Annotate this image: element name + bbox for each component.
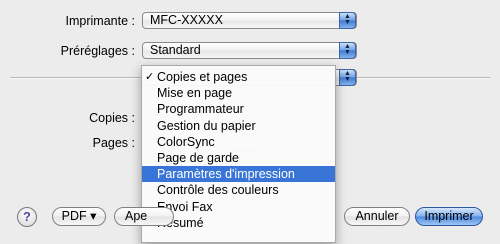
menu-item-cover-page[interactable]: Page de garde xyxy=(142,150,335,166)
menu-item-label: Copies et pages xyxy=(157,70,248,84)
help-button[interactable]: ? xyxy=(17,207,37,227)
up-down-arrows-icon: ▲ ▼ xyxy=(339,12,356,29)
menu-item-color-control[interactable]: Contrôle des couleurs xyxy=(142,182,335,198)
presets-value: Standard xyxy=(150,43,201,57)
up-down-arrows-icon: ▲ ▼ xyxy=(339,42,356,59)
pages-label: Pages : xyxy=(92,136,135,150)
menu-item-copies-pages[interactable]: ✓ Copies et pages xyxy=(142,69,335,85)
menu-item-label: ColorSync xyxy=(157,134,215,149)
cancel-button-label: Annuler xyxy=(355,209,399,223)
menu-item-label: Gestion du papier xyxy=(157,118,256,133)
copies-label: Copies : xyxy=(89,111,135,125)
menu-item-colorsync[interactable]: ColorSync xyxy=(142,134,335,150)
pdf-button[interactable]: PDF ▾ xyxy=(52,207,106,226)
print-button-label: Imprimer xyxy=(424,209,474,223)
checkmark-icon: ✓ xyxy=(145,71,155,83)
menu-item-scheduler[interactable]: Programmateur xyxy=(142,101,335,117)
presets-label: Préréglages : xyxy=(60,44,135,58)
menu-item-label: Programmateur xyxy=(157,102,244,117)
menu-item-label: Paramètres d'impression xyxy=(157,167,295,182)
menu-item-paper-handling[interactable]: Gestion du papier xyxy=(142,118,335,134)
preview-button-label: Ape xyxy=(125,209,148,223)
question-mark-icon: ? xyxy=(23,210,31,224)
menu-item-layout[interactable]: Mise en page xyxy=(142,85,335,101)
print-button[interactable]: Imprimer xyxy=(415,207,483,226)
printer-value: MFC-XXXXX xyxy=(150,13,223,27)
menu-item-label: Mise en page xyxy=(157,86,233,101)
presets-popup[interactable]: Standard ▲ ▼ xyxy=(142,42,357,59)
printer-popup[interactable]: MFC-XXXXX ▲ ▼ xyxy=(142,12,357,29)
menu-item-print-settings[interactable]: Paramètres d'impression xyxy=(142,166,335,183)
cancel-button[interactable]: Annuler xyxy=(344,207,410,226)
up-down-arrows-icon: ▲ ▼ xyxy=(339,69,356,86)
printer-label: Imprimante : xyxy=(65,14,135,28)
pdf-button-label: PDF ▾ xyxy=(61,209,97,223)
menu-item-label: Contrôle des couleurs xyxy=(157,183,279,198)
menu-item-label: Page de garde xyxy=(157,150,240,165)
preview-button[interactable]: Ape xyxy=(114,207,174,226)
